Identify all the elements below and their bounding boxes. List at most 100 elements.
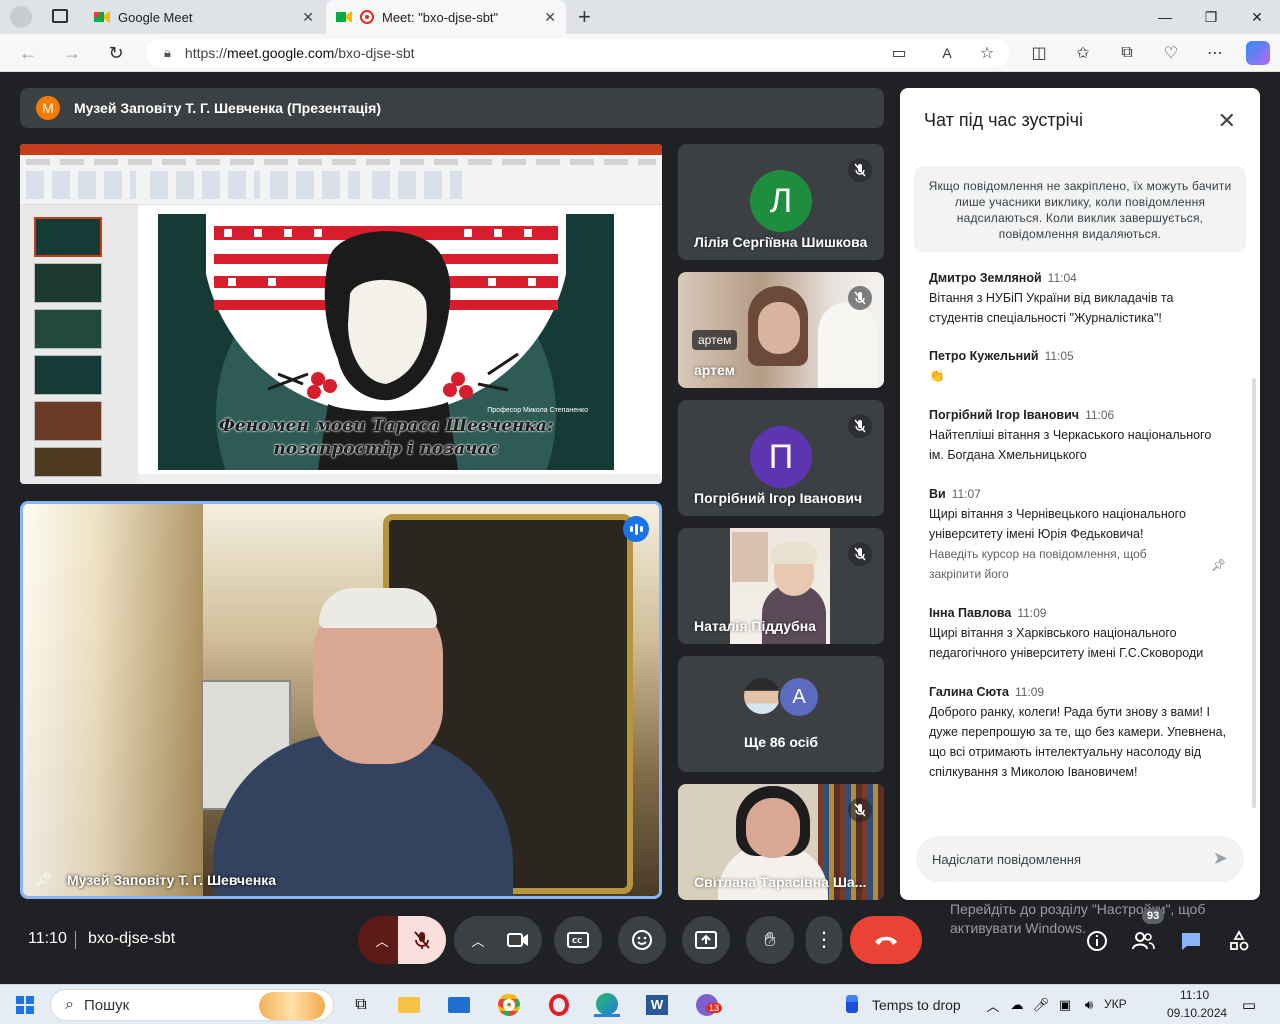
more-participants-label: Ще 86 осіб [743,734,819,750]
raise-hand-button[interactable]: ✋︎ [746,916,794,964]
message-time: 11:07 [951,487,981,501]
edge-icon[interactable] [594,992,620,1017]
input-language[interactable]: УКР [1104,997,1127,1011]
word-icon[interactable]: W [644,993,670,1017]
emoji-icon [632,930,652,950]
camera-indicator-icon[interactable]: ▭ [888,43,910,63]
tab-label: Google Meet [118,9,193,25]
participant-tile[interactable]: П Погрібний Ігор Іванович [678,400,884,516]
activities-button[interactable] [1226,928,1252,954]
participant-tile[interactable]: Наталія Піддубна [678,528,884,644]
taskbar-search[interactable]: ⌕ Пошук [50,989,334,1021]
participant-tile[interactable]: Л Лілія Сергіївна Шишкова [678,144,884,260]
file-explorer-icon[interactable] [396,993,422,1017]
presentation-screen[interactable]: Професор Микола Степаненко Феномен мови … [20,144,662,484]
message-author: Погрібний Ігор Іванович [929,408,1080,422]
more-menu-icon[interactable]: ⋯ [1204,43,1226,63]
weather-text[interactable]: Temps to drop [872,997,961,1013]
favorite-star-icon[interactable]: ☆ [976,43,998,63]
network-icon[interactable]: ▣ [1052,993,1078,1017]
chat-button[interactable] [1178,928,1204,954]
search-highlight-icon [259,992,325,1020]
favorites-icon[interactable]: ✩ [1072,43,1094,63]
participant-name: Погрібний Ігор Іванович [694,490,863,506]
mic-off-icon [848,798,872,822]
chat-message: Петро Кужельний 11:05 👏 [929,346,1229,386]
window-close-button[interactable]: ✕ [1234,0,1280,34]
chat-message: Галина Сюта 11:09 Доброго ранку, колеги! … [929,682,1229,782]
message-text: Щирі вітання з Чернівецького національно… [929,507,1186,541]
weather-icon[interactable] [846,995,858,1013]
collections-icon[interactable]: ⧉ [1116,43,1138,63]
chevron-up-icon: ︿ [375,933,389,949]
participant-tile[interactable]: Світлана Тарасівна Ша... [678,784,884,900]
tab-google-meet[interactable]: Google Meet ✕ [84,0,324,34]
taskbar-search-label: Пошук [83,996,130,1014]
people-button[interactable]: 93 [1130,908,1165,954]
lock-icon: 🔒︎ [164,45,171,60]
pin-message-icon[interactable]: 📌︎ [1211,558,1226,572]
copilot-icon[interactable] [1246,41,1270,65]
reactions-button[interactable] [618,916,666,964]
windows-taskbar: ⌕ Пошук ⧉ W 13 Temps to drop ︿ ☁︎ 🎤︎ ▣ 🔊… [0,984,1280,1024]
slide-title-line1: Феномен мови Тараса Шевченка: [218,416,554,436]
participants-count-badge: 93 [1142,908,1165,924]
message-time: 11:09 [1014,685,1045,699]
close-chat-icon[interactable]: ✕ [1218,108,1236,134]
clock-time[interactable]: 11:10 [1180,988,1209,1002]
new-tab-button[interactable]: + [578,4,591,30]
profile-icon[interactable] [10,6,32,28]
microphone-toggle-button[interactable] [398,916,446,964]
notifications-icon[interactable]: ▭ [1236,993,1262,1017]
back-button[interactable]: ← [16,42,40,64]
volume-icon[interactable]: 🔊︎ [1076,993,1102,1017]
captions-button[interactable]: CC [554,916,602,964]
minimize-button[interactable]: — [1142,0,1188,34]
forward-button[interactable]: → [60,42,84,64]
onedrive-icon[interactable]: ☁︎ [1004,993,1030,1017]
reload-button[interactable]: ↻ [104,42,128,64]
message-text: 👏 [929,369,945,383]
chat-notice: Якщо повідомлення не закріплено, їх можу… [914,166,1246,252]
start-button[interactable] [12,993,38,1017]
main-speaker-video[interactable]: 📌︎ Музей Заповіту Т. Г. Шевченка [20,501,662,899]
speaker-name: Музей Заповіту Т. Г. Шевченка [67,872,277,888]
mail-icon[interactable] [446,993,472,1017]
pin-icon[interactable]: 📌︎ [35,871,53,888]
tab-meet-call[interactable]: Meet: "bxo-djse-sbt" ✕ [326,0,566,34]
restore-button[interactable]: ❐ [1188,0,1234,34]
microphone-tray-icon[interactable]: 🎤︎ [1028,993,1054,1017]
close-icon[interactable]: ✕ [544,9,556,26]
clock-date[interactable]: 09.10.2024 [1167,1006,1227,1020]
split-screen-icon[interactable]: ◫ [1028,43,1050,63]
chat-icon [1182,933,1200,950]
show-hidden-icons-icon[interactable]: ︿ [980,993,1006,1017]
chat-scrollbar[interactable] [1252,378,1256,808]
leave-call-button[interactable] [850,916,922,964]
chat-message[interactable]: Ви 11:07 Щирі вітання з Чернівецького нац… [929,484,1229,584]
mic-off-icon [848,158,872,182]
meeting-details-button[interactable] [1084,928,1110,954]
participant-avatar: A [778,676,820,718]
url-field[interactable]: 🔒︎ https://meet.google.com/bxo-djse-sbt [146,39,1010,67]
task-view-icon[interactable]: ⧉ [348,993,374,1017]
present-now-button[interactable] [682,916,730,964]
recording-icon [360,10,374,24]
browser-essentials-icon[interactable]: ♡ [1160,43,1182,63]
tab-actions-icon[interactable] [52,9,68,23]
viber-icon[interactable]: 13 [694,993,723,1017]
send-icon[interactable]: ➤ [1213,848,1228,869]
read-aloud-icon[interactable]: A [936,43,958,63]
close-icon[interactable]: ✕ [302,9,314,26]
slide-author: Професор Микола Степаненко [487,407,588,414]
more-participants-tile[interactable]: A Ще 86 осіб [678,656,884,772]
camera-toggle-button[interactable] [494,916,542,964]
slide-thumbnail [34,401,102,441]
participant-tile[interactable]: артем артем [678,272,884,388]
more-options-button[interactable]: ⋮ [806,916,842,964]
chrome-icon[interactable] [496,993,522,1017]
powerpoint-statusbar [138,474,662,484]
slide-thumbnail [34,309,102,349]
participant-name: артем [694,362,735,378]
opera-icon[interactable] [546,993,572,1017]
